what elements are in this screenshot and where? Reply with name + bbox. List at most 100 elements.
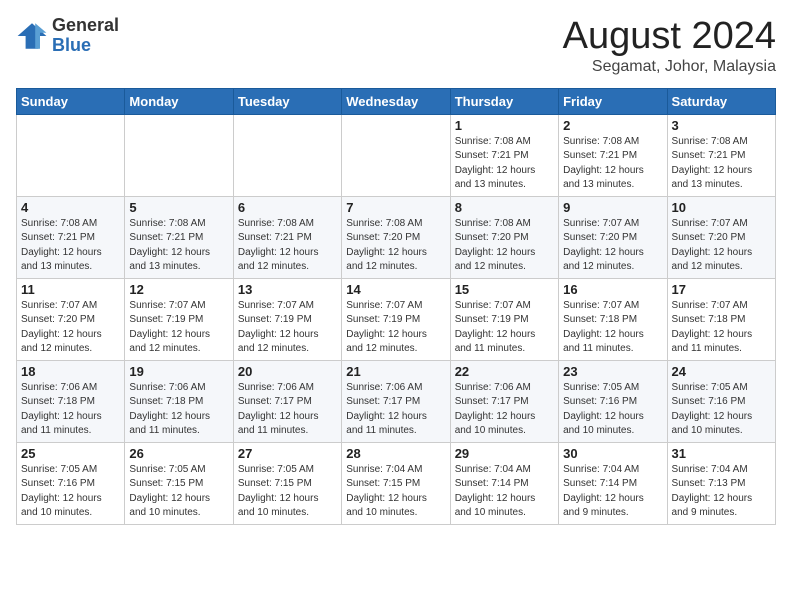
day-info: Sunrise: 7:04 AM Sunset: 7:13 PM Dayligh…: [672, 463, 771, 521]
page-header: General Blue August 2024 Segamat, Johor,…: [16, 16, 776, 76]
day-info: Sunrise: 7:07 AM Sunset: 7:19 PM Dayligh…: [455, 299, 554, 357]
day-info: Sunrise: 7:08 AM Sunset: 7:21 PM Dayligh…: [455, 135, 554, 193]
day-number: 21: [346, 364, 445, 379]
calendar-cell: 8 Sunrise: 7:08 AM Sunset: 7:20 PM Daylig…: [450, 196, 558, 278]
calendar-cell: 2 Sunrise: 7:08 AM Sunset: 7:21 PM Daylig…: [559, 114, 667, 196]
calendar-cell: 7 Sunrise: 7:08 AM Sunset: 7:20 PM Daylig…: [342, 196, 450, 278]
day-number: 30: [563, 446, 662, 461]
calendar-cell: 26 Sunrise: 7:05 AM Sunset: 7:15 PM Dayli…: [125, 442, 233, 524]
calendar-table: SundayMondayTuesdayWednesdayThursdayFrid…: [16, 88, 776, 525]
day-number: 19: [129, 364, 228, 379]
calendar-cell: 9Sunrise: 7:07 AM Sunset: 7:20 PM Daylig…: [559, 196, 667, 278]
day-info: Sunrise: 7:06 AM Sunset: 7:18 PM Dayligh…: [21, 381, 120, 439]
calendar-cell: 15 Sunrise: 7:07 AM Sunset: 7:19 PM Dayli…: [450, 278, 558, 360]
weekday-header-row: SundayMondayTuesdayWednesdayThursdayFrid…: [17, 88, 776, 114]
calendar-cell: [17, 114, 125, 196]
calendar-cell: 1 Sunrise: 7:08 AM Sunset: 7:21 PM Daylig…: [450, 114, 558, 196]
day-number: 25: [21, 446, 120, 461]
weekday-header-sunday: Sunday: [17, 88, 125, 114]
day-info: Sunrise: 7:08 AM Sunset: 7:21 PM Dayligh…: [21, 217, 120, 275]
month-year: August 2024: [563, 16, 776, 58]
week-row-4: 18 Sunrise: 7:06 AM Sunset: 7:18 PM Dayli…: [17, 360, 776, 442]
calendar-cell: 12 Sunrise: 7:07 AM Sunset: 7:19 PM Dayli…: [125, 278, 233, 360]
day-number: 13: [238, 282, 337, 297]
day-number: 10: [672, 200, 771, 215]
day-number: 11: [21, 282, 120, 297]
day-number: 8: [455, 200, 554, 215]
day-number: 28: [346, 446, 445, 461]
calendar-cell: 14Sunrise: 7:07 AM Sunset: 7:19 PM Dayli…: [342, 278, 450, 360]
calendar-cell: 3 Sunrise: 7:08 AM Sunset: 7:21 PM Daylig…: [667, 114, 775, 196]
weekday-header-friday: Friday: [559, 88, 667, 114]
calendar-cell: 20Sunrise: 7:06 AM Sunset: 7:17 PM Dayli…: [233, 360, 341, 442]
calendar-cell: 6Sunrise: 7:08 AM Sunset: 7:21 PM Daylig…: [233, 196, 341, 278]
week-row-2: 4 Sunrise: 7:08 AM Sunset: 7:21 PM Daylig…: [17, 196, 776, 278]
calendar-cell: 29 Sunrise: 7:04 AM Sunset: 7:14 PM Dayli…: [450, 442, 558, 524]
day-info: Sunrise: 7:08 AM Sunset: 7:21 PM Dayligh…: [129, 217, 228, 275]
day-info: Sunrise: 7:04 AM Sunset: 7:14 PM Dayligh…: [563, 463, 662, 521]
calendar-cell: 4 Sunrise: 7:08 AM Sunset: 7:21 PM Daylig…: [17, 196, 125, 278]
day-number: 4: [21, 200, 120, 215]
weekday-header-wednesday: Wednesday: [342, 88, 450, 114]
logo: General Blue: [16, 16, 119, 56]
calendar-cell: [125, 114, 233, 196]
day-info: Sunrise: 7:04 AM Sunset: 7:15 PM Dayligh…: [346, 463, 445, 521]
calendar-cell: 21 Sunrise: 7:06 AM Sunset: 7:17 PM Dayli…: [342, 360, 450, 442]
day-info: Sunrise: 7:06 AM Sunset: 7:17 PM Dayligh…: [455, 381, 554, 439]
day-number: 24: [672, 364, 771, 379]
day-number: 15: [455, 282, 554, 297]
day-info: Sunrise: 7:08 AM Sunset: 7:20 PM Dayligh…: [346, 217, 445, 275]
calendar-cell: 18 Sunrise: 7:06 AM Sunset: 7:18 PM Dayli…: [17, 360, 125, 442]
day-number: 1: [455, 118, 554, 133]
day-number: 5: [129, 200, 228, 215]
day-info: Sunrise: 7:05 AM Sunset: 7:16 PM Dayligh…: [563, 381, 662, 439]
day-number: 2: [563, 118, 662, 133]
day-number: 6: [238, 200, 337, 215]
calendar-cell: 13 Sunrise: 7:07 AM Sunset: 7:19 PM Dayli…: [233, 278, 341, 360]
calendar-cell: 19Sunrise: 7:06 AM Sunset: 7:18 PM Dayli…: [125, 360, 233, 442]
calendar-cell: [342, 114, 450, 196]
day-info: Sunrise: 7:06 AM Sunset: 7:17 PM Dayligh…: [346, 381, 445, 439]
day-number: 16: [563, 282, 662, 297]
day-info: Sunrise: 7:07 AM Sunset: 7:19 PM Dayligh…: [346, 299, 445, 357]
day-info: Sunrise: 7:07 AM Sunset: 7:19 PM Dayligh…: [129, 299, 228, 357]
calendar-cell: 10 Sunrise: 7:07 AM Sunset: 7:20 PM Dayli…: [667, 196, 775, 278]
calendar-cell: 17Sunrise: 7:07 AM Sunset: 7:18 PM Dayli…: [667, 278, 775, 360]
day-info: Sunrise: 7:08 AM Sunset: 7:21 PM Dayligh…: [563, 135, 662, 193]
logo-icon: [16, 20, 48, 52]
day-info: Sunrise: 7:07 AM Sunset: 7:20 PM Dayligh…: [21, 299, 120, 357]
day-info: Sunrise: 7:05 AM Sunset: 7:15 PM Dayligh…: [238, 463, 337, 521]
day-info: Sunrise: 7:04 AM Sunset: 7:14 PM Dayligh…: [455, 463, 554, 521]
day-number: 12: [129, 282, 228, 297]
calendar-cell: [233, 114, 341, 196]
day-info: Sunrise: 7:08 AM Sunset: 7:20 PM Dayligh…: [455, 217, 554, 275]
day-info: Sunrise: 7:05 AM Sunset: 7:15 PM Dayligh…: [129, 463, 228, 521]
calendar-cell: 25Sunrise: 7:05 AM Sunset: 7:16 PM Dayli…: [17, 442, 125, 524]
calendar-cell: 30 Sunrise: 7:04 AM Sunset: 7:14 PM Dayli…: [559, 442, 667, 524]
day-info: Sunrise: 7:07 AM Sunset: 7:20 PM Dayligh…: [672, 217, 771, 275]
weekday-header-tuesday: Tuesday: [233, 88, 341, 114]
day-number: 3: [672, 118, 771, 133]
calendar-cell: 22Sunrise: 7:06 AM Sunset: 7:17 PM Dayli…: [450, 360, 558, 442]
calendar-cell: 27 Sunrise: 7:05 AM Sunset: 7:15 PM Dayli…: [233, 442, 341, 524]
calendar-cell: 28 Sunrise: 7:04 AM Sunset: 7:15 PM Dayli…: [342, 442, 450, 524]
day-info: Sunrise: 7:07 AM Sunset: 7:19 PM Dayligh…: [238, 299, 337, 357]
calendar-cell: 16 Sunrise: 7:07 AM Sunset: 7:18 PM Dayli…: [559, 278, 667, 360]
day-number: 27: [238, 446, 337, 461]
day-number: 29: [455, 446, 554, 461]
week-row-5: 25Sunrise: 7:05 AM Sunset: 7:16 PM Dayli…: [17, 442, 776, 524]
weekday-header-monday: Monday: [125, 88, 233, 114]
day-number: 23: [563, 364, 662, 379]
day-number: 18: [21, 364, 120, 379]
day-info: Sunrise: 7:08 AM Sunset: 7:21 PM Dayligh…: [672, 135, 771, 193]
week-row-1: 1 Sunrise: 7:08 AM Sunset: 7:21 PM Daylig…: [17, 114, 776, 196]
day-info: Sunrise: 7:07 AM Sunset: 7:18 PM Dayligh…: [563, 299, 662, 357]
calendar-cell: 24Sunrise: 7:05 AM Sunset: 7:16 PM Dayli…: [667, 360, 775, 442]
weekday-header-saturday: Saturday: [667, 88, 775, 114]
calendar-cell: 23 Sunrise: 7:05 AM Sunset: 7:16 PM Dayli…: [559, 360, 667, 442]
location: Segamat, Johor, Malaysia: [563, 58, 776, 76]
day-number: 31: [672, 446, 771, 461]
day-number: 26: [129, 446, 228, 461]
day-number: 7: [346, 200, 445, 215]
calendar-cell: 11 Sunrise: 7:07 AM Sunset: 7:20 PM Dayli…: [17, 278, 125, 360]
